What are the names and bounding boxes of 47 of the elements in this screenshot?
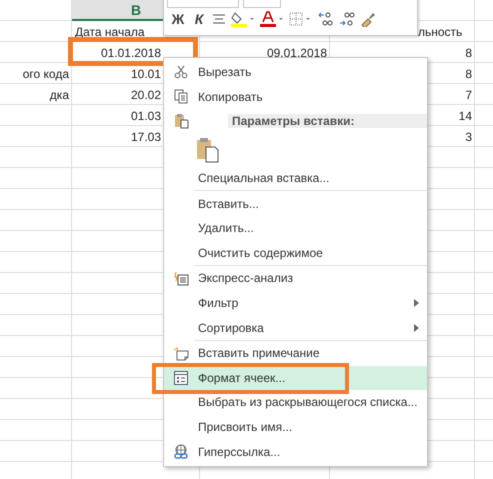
scissors-icon [174, 65, 188, 80]
quick-analysis-icon [174, 270, 188, 286]
paste-button[interactable] [196, 136, 220, 163]
font-name-field[interactable] [167, 0, 239, 8]
menu-item[interactable]: Экспресс-анализ [164, 266, 427, 291]
menu-item[interactable]: Сортировка [164, 315, 427, 340]
note-icon [173, 346, 189, 361]
column-title: льность [418, 25, 462, 39]
paste-options-heading: Параметры вставки: [228, 114, 427, 128]
column-title: Дата начала [75, 25, 145, 39]
menu-item[interactable]: Очистить содержимое [164, 240, 427, 266]
menu-item[interactable]: Вставить... [164, 191, 427, 216]
clipboard-icon [174, 113, 188, 130]
table-cell: 17.03 [130, 130, 161, 144]
table-cell: 01.01.2018 [100, 46, 161, 60]
font-size-field[interactable] [243, 0, 281, 8]
table-cell: 3 [465, 130, 472, 144]
menu-item[interactable]: Вставить примечание [164, 340, 427, 366]
table-cell: 10.01 [130, 67, 161, 81]
table-cell: 7 [465, 88, 472, 102]
menu-item[interactable]: Выбрать из раскрывающегося списка... [164, 390, 427, 415]
menu-item[interactable]: Формат ячеек... [164, 366, 427, 390]
menu-item[interactable]: Гиперссылка... [164, 439, 427, 464]
decrease-decimal-icon[interactable] [339, 11, 355, 27]
table-cell: 09.01.2018 [266, 46, 327, 60]
menu-item[interactable]: Удалить... [164, 216, 427, 241]
format-cells-icon [174, 370, 188, 385]
increase-decimal-icon[interactable] [318, 11, 334, 27]
font-color-icon[interactable] [260, 11, 284, 27]
menu-item[interactable]: Присвоить имя... [164, 414, 427, 440]
menu-item[interactable]: Фильтр [164, 290, 427, 316]
table-cell: 20.02 [130, 88, 161, 102]
globe-link-icon [173, 444, 189, 460]
format-painter-icon[interactable] [360, 11, 376, 27]
table-cell: 01.03 [130, 109, 161, 123]
align-center-icon[interactable] [212, 13, 226, 25]
table-cell: 8 [465, 67, 472, 81]
menu-item[interactable]: Специальная вставка... [164, 166, 427, 190]
table-cell: ого кода [22, 67, 69, 81]
table-cell: дка [50, 88, 69, 102]
table-cell: 8 [465, 46, 472, 60]
copy-icon [174, 89, 188, 104]
menu-item[interactable]: Копировать [164, 84, 427, 110]
table-cell: 14 [458, 109, 472, 123]
fill-color-icon[interactable] [231, 11, 255, 27]
borders-icon[interactable] [289, 12, 313, 26]
menu-item[interactable]: Вырезать [164, 60, 427, 85]
